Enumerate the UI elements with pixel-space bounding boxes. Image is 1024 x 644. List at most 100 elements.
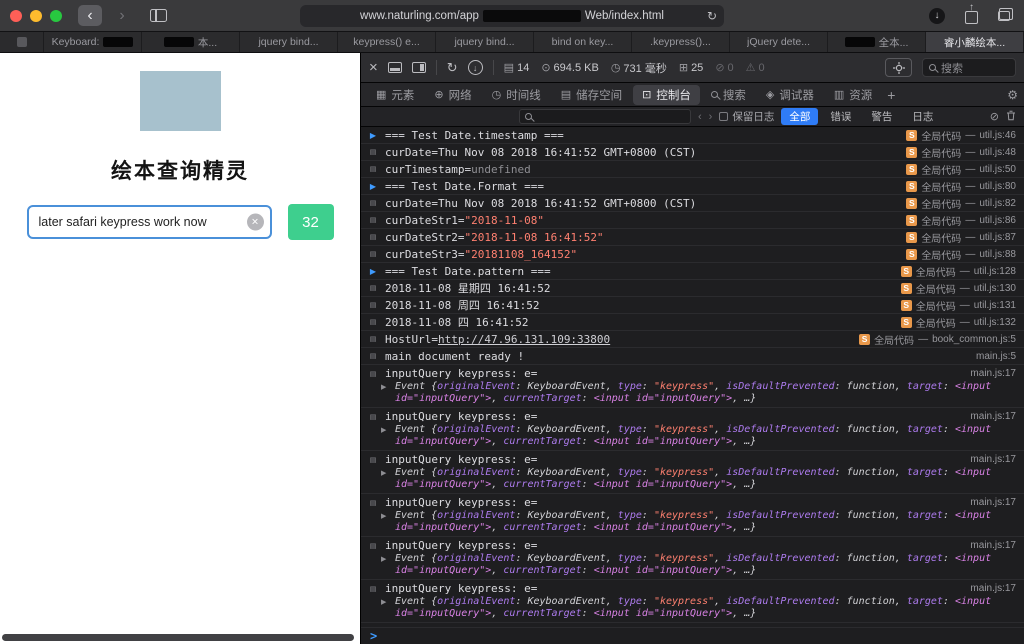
- inspector-tab-resources[interactable]: ▥ 资源: [825, 85, 881, 105]
- browser-tab[interactable]: bind on key...: [534, 32, 632, 52]
- inspector-tab-debugger[interactable]: ◈ 调试器: [757, 85, 823, 105]
- reload-page-icon[interactable]: ↻: [447, 60, 458, 76]
- source-link[interactable]: util.js:130: [974, 283, 1016, 294]
- log-text: === Test Date.Format ===: [385, 179, 544, 193]
- find-next-icon[interactable]: ›: [709, 111, 713, 123]
- source-link[interactable]: book_common.js:5: [932, 334, 1016, 345]
- scope-pill-errors[interactable]: 错误: [822, 108, 859, 125]
- log-text: curDateStr1="2018-11-08": [385, 213, 544, 227]
- source-link[interactable]: util.js:50: [979, 164, 1016, 175]
- browser-tab[interactable]: jquery bind...: [436, 32, 534, 52]
- source-link[interactable]: main.js:17: [970, 454, 1016, 465]
- browser-tab[interactable]: .keypress()...: [632, 32, 730, 52]
- resource-icon: ⊞: [678, 61, 689, 74]
- scope-pill-warnings[interactable]: 警告: [863, 108, 900, 125]
- inspector-search-field[interactable]: 搜索: [922, 58, 1016, 77]
- source-link[interactable]: util.js:46: [979, 130, 1016, 141]
- source-link[interactable]: main.js:17: [970, 540, 1016, 551]
- console-row: ▶ === Test Date.pattern === S 全局代码 — util.j…: [361, 263, 1024, 280]
- log-location: S 全局代码 — util.js:80: [906, 179, 1016, 194]
- source-link[interactable]: util.js:86: [979, 215, 1016, 226]
- address-bar[interactable]: www.naturling.com/app Web/index.html ↻: [300, 5, 724, 27]
- downloads-icon[interactable]: ↓: [929, 7, 945, 24]
- source-link[interactable]: util.js:80: [979, 181, 1016, 192]
- expand-triangle-icon[interactable]: ▶: [381, 596, 391, 620]
- console-row: ▶ === Test Date.timestamp === S 全局代码 — util…: [361, 127, 1024, 144]
- tab-overview-icon[interactable]: [998, 7, 1013, 21]
- inspector-tab-console[interactable]: ⊡ 控制台: [633, 84, 700, 105]
- expand-triangle-icon[interactable]: ▶: [381, 381, 391, 405]
- clear-console-icon[interactable]: ⊘: [990, 110, 999, 123]
- inspector-tab-search[interactable]: 搜索: [702, 85, 755, 105]
- source-link[interactable]: util.js:88: [979, 249, 1016, 260]
- source-link[interactable]: main.js:17: [970, 368, 1016, 379]
- titlebar-actions: ↓ ↑: [929, 2, 1014, 24]
- console-row: ▤ curDateStr1="2018-11-08" S 全局代码 — util.js…: [361, 212, 1024, 229]
- count-button[interactable]: 32: [287, 204, 334, 240]
- browser-tab[interactable]: 本...: [142, 32, 240, 52]
- scope-pill-logs[interactable]: 日志: [904, 108, 941, 125]
- pinned-tab[interactable]: [0, 32, 44, 52]
- source-link[interactable]: main.js:5: [976, 351, 1016, 362]
- source-link[interactable]: util.js:132: [974, 317, 1016, 328]
- console-prompt[interactable]: >: [361, 627, 1024, 644]
- reload-icon[interactable]: ↻: [707, 9, 717, 23]
- scope-pill-all[interactable]: 全部: [781, 108, 819, 125]
- minimize-window-button[interactable]: [30, 9, 42, 22]
- console-row: ▤ 2018-11-08 周四 16:41:52 S 全局代码 — util.js:1…: [361, 297, 1024, 314]
- expand-triangle-icon[interactable]: ▶: [381, 424, 391, 448]
- inspector-tab-network[interactable]: ⊕ 网络: [425, 85, 480, 105]
- source-link[interactable]: util.js:87: [979, 232, 1016, 243]
- source-link[interactable]: util.js:128: [974, 266, 1016, 277]
- horizontal-scrollbar[interactable]: [2, 634, 354, 641]
- dock-bottom-icon[interactable]: [387, 62, 402, 73]
- log-link[interactable]: http://47.96.131.109:33800: [438, 333, 610, 346]
- log-text: === Test Date.timestamp ===: [385, 128, 564, 142]
- settings-gear-icon[interactable]: ⚙: [1007, 88, 1018, 102]
- preserve-log-checkbox[interactable]: 保留日志: [719, 109, 774, 124]
- browser-tab[interactable]: jQuery dete...: [730, 32, 828, 52]
- inspector-tab-timelines[interactable]: ◷ 时间线: [483, 85, 550, 105]
- script-badge: S: [900, 316, 912, 328]
- browser-tab[interactable]: keypress() e...: [338, 32, 436, 52]
- query-input[interactable]: [26, 205, 272, 239]
- trash-icon[interactable]: [1006, 110, 1016, 124]
- browser-tab[interactable]: Keyboard:: [44, 32, 142, 52]
- log-message-icon: ▤: [369, 412, 377, 421]
- source-link[interactable]: util.js:48: [979, 147, 1016, 158]
- clear-input-icon[interactable]: ×: [246, 213, 264, 231]
- console-filter-field[interactable]: [519, 109, 691, 124]
- log-message-icon: ▤: [369, 541, 377, 550]
- source-link[interactable]: util.js:82: [979, 198, 1016, 209]
- zoom-window-button[interactable]: [50, 9, 62, 22]
- source-link[interactable]: main.js:17: [970, 497, 1016, 508]
- browser-tab[interactable]: jquery bind...: [240, 32, 338, 52]
- download-archive-icon[interactable]: ↓: [467, 60, 483, 75]
- find-previous-icon[interactable]: ‹: [698, 111, 702, 123]
- share-icon[interactable]: ↑: [965, 2, 978, 24]
- timelines-icon: ◷: [491, 88, 502, 101]
- back-button[interactable]: ‹: [78, 5, 102, 26]
- inspector-tab-storage[interactable]: ▤ 储存空间: [552, 85, 631, 105]
- toolbar-divider: [435, 60, 437, 75]
- source-link[interactable]: util.js:131: [974, 300, 1016, 311]
- source-link[interactable]: main.js:17: [970, 411, 1016, 422]
- close-inspector-icon[interactable]: ×: [369, 59, 378, 76]
- element-picker-button[interactable]: [885, 58, 912, 77]
- source-link[interactable]: main.js:17: [970, 583, 1016, 594]
- add-tab-icon[interactable]: +: [887, 87, 895, 103]
- forward-button[interactable]: ›: [110, 5, 134, 26]
- close-window-button[interactable]: [10, 9, 22, 22]
- tab-bar: Keyboard: 本... jquery bind... keypress() e.…: [0, 32, 1024, 53]
- expand-triangle-icon[interactable]: ▶: [381, 553, 391, 577]
- expand-triangle-icon[interactable]: ▶: [381, 467, 391, 491]
- log-location: S 全局代码 — util.js:87: [906, 230, 1016, 245]
- inspector-tab-elements[interactable]: ▦ 元素: [367, 85, 423, 105]
- sidebar-icon[interactable]: [150, 9, 167, 22]
- stat-value: 25: [691, 61, 704, 74]
- dock-side-icon[interactable]: [411, 62, 426, 73]
- browser-tab[interactable]: 睿小麟绘本...: [926, 32, 1024, 52]
- browser-tab[interactable]: 全本...: [828, 32, 926, 52]
- tab-title: jquery bind...: [258, 36, 319, 48]
- expand-triangle-icon[interactable]: ▶: [381, 510, 391, 534]
